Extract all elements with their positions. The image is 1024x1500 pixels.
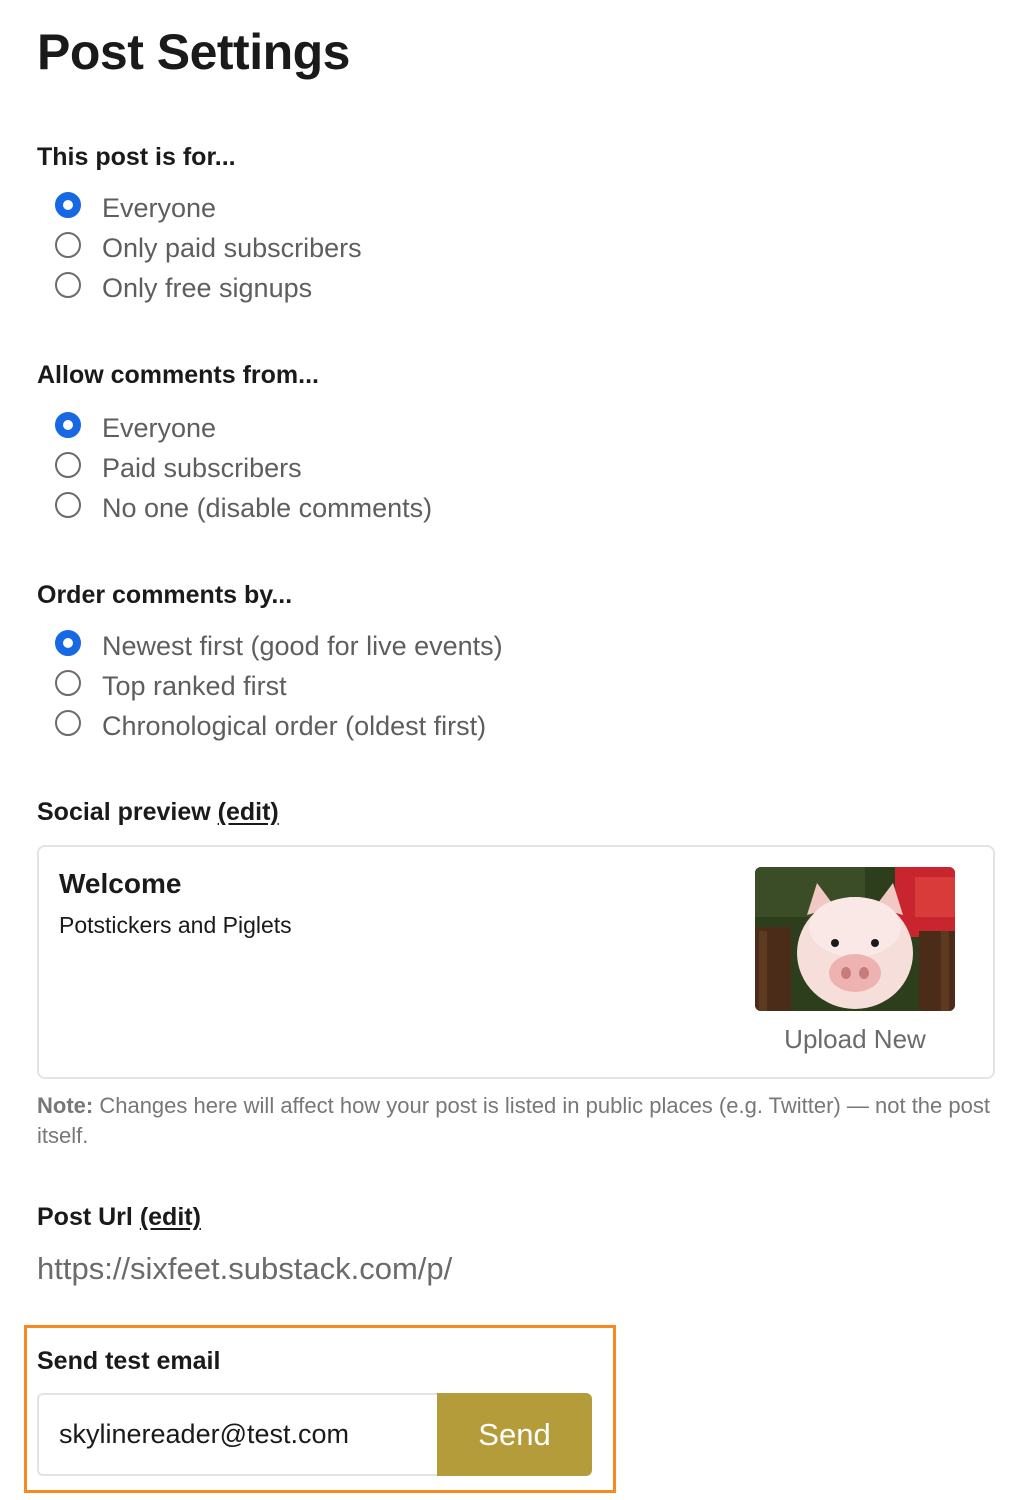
order-option-label: Chronological order (oldest first): [102, 711, 487, 741]
radio-checked-icon[interactable]: [55, 412, 81, 438]
radio-unchecked-icon[interactable]: [55, 670, 81, 696]
upload-new-link[interactable]: Upload New: [755, 1023, 955, 1055]
order-heading: Order comments by...: [37, 581, 293, 609]
post-url-heading-label: Post Url: [37, 1203, 133, 1231]
social-preview-heading-label: Social preview: [37, 798, 211, 826]
order-option-label: Newest first (good for live events): [102, 631, 503, 661]
piglet-photo-icon: [755, 867, 955, 1011]
post-url-edit-link[interactable]: (edit): [140, 1203, 201, 1231]
post-url-heading: Post Url (edit): [37, 1202, 201, 1232]
send-test-email-heading: Send test email: [37, 1347, 221, 1375]
preview-card-title: Welcome: [59, 868, 182, 899]
test-email-input[interactable]: [37, 1393, 439, 1476]
audience-option-free[interactable]: Only free signups: [55, 268, 362, 308]
radio-checked-icon[interactable]: [55, 630, 81, 656]
comments-option-paid[interactable]: Paid subscribers: [55, 448, 432, 488]
post-settings-page: Post Settings This post is for... Everyo…: [0, 0, 1024, 1500]
audience-option-paid[interactable]: Only paid subscribers: [55, 228, 362, 268]
send-test-email-section: Send test email Send: [24, 1325, 616, 1493]
radio-unchecked-icon[interactable]: [55, 710, 81, 736]
audience-radio-group: Everyone Only paid subscribers Only free…: [55, 188, 362, 308]
social-preview-edit-link[interactable]: (edit): [218, 798, 279, 826]
radio-unchecked-icon[interactable]: [55, 272, 81, 298]
comments-option-label: Everyone: [102, 413, 217, 443]
comments-option-label: Paid subscribers: [102, 453, 302, 483]
audience-option-label: Everyone: [102, 193, 217, 223]
page-title: Post Settings: [37, 24, 350, 80]
comments-option-everyone[interactable]: Everyone: [55, 408, 432, 448]
send-button[interactable]: Send: [437, 1393, 592, 1476]
comments-radio-group: Everyone Paid subscribers No one (disabl…: [55, 408, 432, 528]
comments-option-label: No one (disable comments): [102, 493, 433, 523]
note-label: Note:: [37, 1093, 94, 1118]
order-option-label: Top ranked first: [102, 671, 287, 701]
comments-option-none[interactable]: No one (disable comments): [55, 488, 432, 528]
radio-unchecked-icon[interactable]: [55, 492, 81, 518]
audience-option-label: Only free signups: [102, 273, 313, 303]
order-radio-group: Newest first (good for live events) Top …: [55, 626, 503, 746]
audience-option-everyone[interactable]: Everyone: [55, 188, 362, 228]
social-preview-heading: Social preview (edit): [37, 797, 279, 827]
social-preview-note: Note: Changes here will affect how your …: [37, 1091, 997, 1151]
radio-checked-icon[interactable]: [55, 192, 81, 218]
order-option-chronological[interactable]: Chronological order (oldest first): [55, 706, 503, 746]
comments-heading: Allow comments from...: [37, 361, 319, 389]
order-option-top[interactable]: Top ranked first: [55, 666, 503, 706]
radio-unchecked-icon[interactable]: [55, 232, 81, 258]
audience-option-label: Only paid subscribers: [102, 233, 362, 263]
order-option-newest[interactable]: Newest first (good for live events): [55, 626, 503, 666]
radio-unchecked-icon[interactable]: [55, 452, 81, 478]
preview-card-subtitle: Potstickers and Piglets: [59, 912, 292, 938]
social-preview-card: Welcome Potstickers and Piglets Upload N…: [37, 845, 995, 1079]
post-url-value: https://sixfeet.substack.com/p/: [37, 1251, 453, 1286]
note-text: Changes here will affect how your post i…: [37, 1093, 990, 1148]
audience-heading: This post is for...: [37, 143, 236, 171]
